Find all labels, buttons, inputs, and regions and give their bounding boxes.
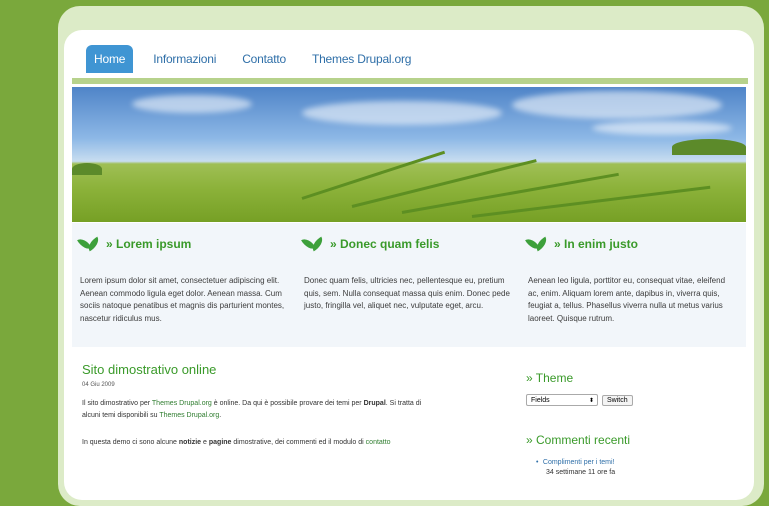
article-date: 04 Giu 2009 bbox=[82, 382, 115, 388]
feature-column: » Donec quam felis Donec quam felis, ult… bbox=[296, 223, 520, 347]
nav-divider bbox=[72, 78, 748, 84]
theme-block: » Theme Fields ⬍ Switch bbox=[526, 371, 633, 407]
nav-item-contatto[interactable]: Contatto bbox=[242, 52, 286, 66]
comment-link[interactable]: Complimenti per i temi! bbox=[543, 459, 615, 466]
nav-item-themes-drupal[interactable]: Themes Drupal.org bbox=[312, 52, 412, 66]
main-nav: Home Informazioni Contatto Themes Drupal… bbox=[86, 44, 437, 74]
switch-button[interactable]: Switch bbox=[602, 395, 633, 406]
feature-title[interactable]: » Donec quam felis bbox=[330, 237, 439, 251]
bullet-icon: • bbox=[536, 459, 539, 466]
theme-block-title: » Theme bbox=[526, 371, 574, 385]
comment-meta: 34 settimane 11 ore fa bbox=[546, 469, 616, 476]
feature-title[interactable]: » In enim justo bbox=[554, 237, 638, 251]
themes-drupal-link[interactable]: Themes Drupal.org bbox=[159, 412, 219, 419]
header-image bbox=[72, 87, 746, 222]
recent-comments-block: » Commenti recenti • Complimenti per i t… bbox=[526, 433, 630, 476]
feature-column: » In enim justo Aenean leo ligula, portt… bbox=[520, 223, 744, 347]
select-arrows-icon: ⬍ bbox=[588, 398, 594, 404]
article-title[interactable]: Sito dimostrativo online bbox=[82, 362, 216, 377]
feature-column: » Lorem ipsum Lorem ipsum dolor sit amet… bbox=[72, 223, 296, 347]
feature-title[interactable]: » Lorem ipsum bbox=[106, 237, 191, 251]
themes-drupal-link[interactable]: Themes Drupal.org bbox=[152, 400, 212, 407]
contact-link[interactable]: contatto bbox=[366, 439, 391, 446]
nav-item-informazioni[interactable]: Informazioni bbox=[153, 52, 216, 66]
feature-text: Lorem ipsum dolor sit amet, consectetuer… bbox=[80, 276, 285, 323]
leaf-icon bbox=[525, 235, 550, 253]
article-paragraph: In questa demo ci sono alcune notizie e … bbox=[82, 439, 391, 446]
article-paragraph: Il sito dimostrativo per Themes Drupal.o… bbox=[82, 400, 422, 419]
recent-comments-title: » Commenti recenti bbox=[526, 433, 631, 447]
leaf-icon bbox=[301, 235, 326, 253]
leaf-icon bbox=[77, 235, 102, 253]
theme-select[interactable]: Fields ⬍ bbox=[526, 394, 598, 406]
feature-columns: » Lorem ipsum Lorem ipsum dolor sit amet… bbox=[72, 223, 746, 347]
feature-text: Aenean leo ligula, porttitor eu, consequ… bbox=[528, 276, 726, 323]
nav-item-home[interactable]: Home bbox=[86, 45, 134, 73]
feature-text: Donec quam felis, ultricies nec, pellent… bbox=[304, 276, 510, 310]
page-container: Home Informazioni Contatto Themes Drupal… bbox=[64, 30, 754, 500]
